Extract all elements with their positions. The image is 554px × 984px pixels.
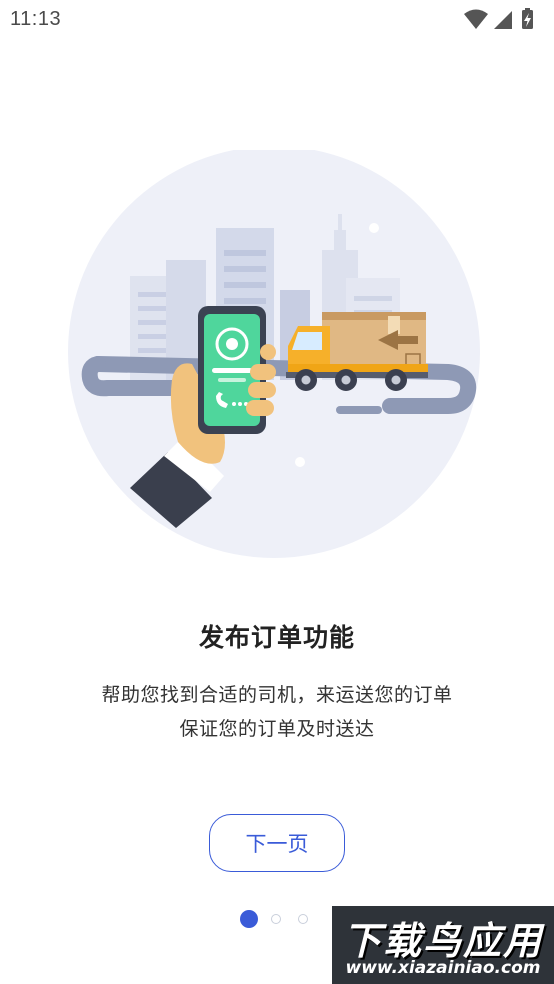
onboarding-illustration: [68, 150, 480, 558]
wifi-icon: [464, 9, 488, 29]
cell-signal-icon: [494, 11, 512, 29]
watermark-logo: 下载鸟应用 www.xiazainiao.com: [332, 906, 554, 984]
status-time: 11:13: [10, 8, 62, 30]
onboarding-title: 发布订单功能: [198, 623, 355, 652]
onboarding-screen: 11:13 发布订单功能 帮助您找到合适的司机，来运送您的订单 保证您的订单及时…: [0, 0, 554, 984]
watermark-url-text: www.xiazainiao.com: [345, 958, 541, 978]
page-dot-2[interactable]: [271, 914, 281, 924]
watermark-main-text: 下载鸟应用: [342, 919, 543, 963]
page-dot-1-active[interactable]: [240, 910, 258, 928]
onboarding-description-line-2: 保证您的订单及时送达: [179, 718, 375, 740]
onboarding-description-line-1: 帮助您找到合适的司机，来运送您的订单: [101, 684, 453, 706]
page-dot-3[interactable]: [298, 914, 308, 924]
status-bar: 11:13: [0, 0, 554, 38]
next-page-button[interactable]: 下一页: [209, 814, 345, 872]
battery-charging-icon: [522, 8, 533, 29]
page-indicator: [240, 910, 320, 930]
status-icons: [464, 8, 533, 29]
